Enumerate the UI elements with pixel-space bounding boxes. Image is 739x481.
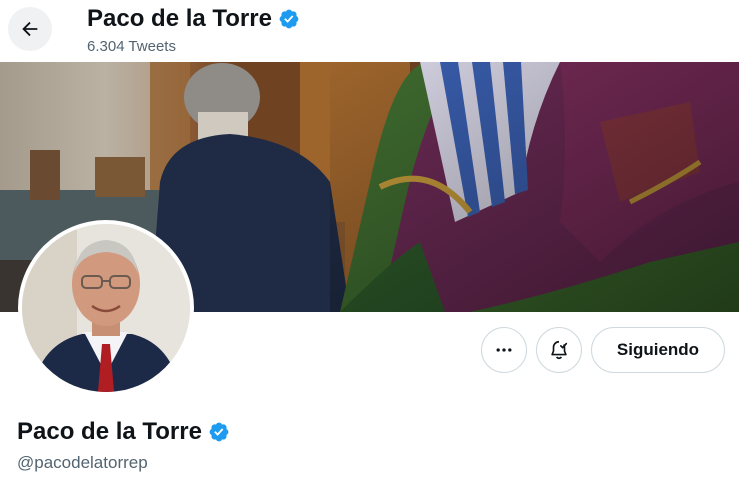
profile-avatar[interactable] [18,220,194,396]
avatar-image [22,224,190,392]
more-button[interactable] [481,327,527,373]
verified-badge-icon [209,422,229,442]
profile-handle: @pacodelatorrep [17,453,148,472]
verified-badge-icon [279,9,299,29]
profile-name-row: Paco de la Torre [17,417,230,447]
notifications-button[interactable] [536,327,582,373]
profile-name: Paco de la Torre [17,418,202,445]
arrow-left-icon [22,21,38,37]
following-button[interactable]: Siguiendo [591,327,725,373]
header-name: Paco de la Torre [87,5,272,32]
back-button[interactable] [8,7,52,51]
tweet-count: 6.304 Tweets [87,38,176,55]
header-title: Paco de la Torre [87,5,300,33]
top-bar: Paco de la Torre 6.304 Tweets [0,0,739,62]
bell-check-icon [551,340,568,360]
more-horizontal-icon [496,348,512,352]
